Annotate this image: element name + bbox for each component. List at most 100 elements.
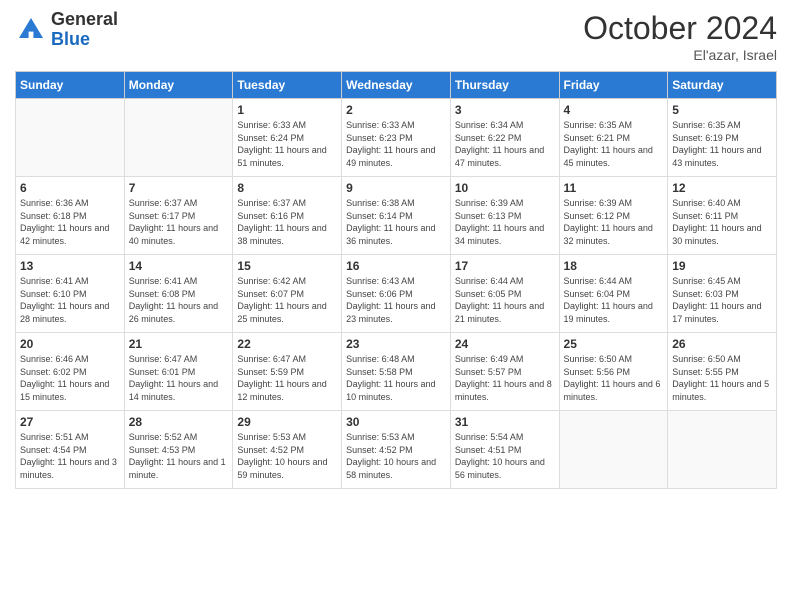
- day-info: Sunrise: 6:33 AMSunset: 6:23 PMDaylight:…: [346, 120, 435, 168]
- day-number: 31: [455, 415, 555, 429]
- day-number: 15: [237, 259, 337, 273]
- table-row: 27 Sunrise: 5:51 AMSunset: 4:54 PMDaylig…: [16, 411, 125, 489]
- day-info: Sunrise: 6:37 AMSunset: 6:17 PMDaylight:…: [129, 198, 218, 246]
- table-row: 23 Sunrise: 6:48 AMSunset: 5:58 PMDaylig…: [342, 333, 451, 411]
- table-row: 9 Sunrise: 6:38 AMSunset: 6:14 PMDayligh…: [342, 177, 451, 255]
- table-row: 18 Sunrise: 6:44 AMSunset: 6:04 PMDaylig…: [559, 255, 668, 333]
- table-row: 26 Sunrise: 6:50 AMSunset: 5:55 PMDaylig…: [668, 333, 777, 411]
- day-number: 4: [564, 103, 664, 117]
- day-number: 16: [346, 259, 446, 273]
- day-number: 24: [455, 337, 555, 351]
- table-row: 16 Sunrise: 6:43 AMSunset: 6:06 PMDaylig…: [342, 255, 451, 333]
- day-number: 10: [455, 181, 555, 195]
- table-row: 17 Sunrise: 6:44 AMSunset: 6:05 PMDaylig…: [450, 255, 559, 333]
- calendar-table: Sunday Monday Tuesday Wednesday Thursday…: [15, 71, 777, 489]
- logo-general-text: General: [51, 10, 118, 30]
- day-info: Sunrise: 6:46 AMSunset: 6:02 PMDaylight:…: [20, 354, 109, 402]
- day-number: 14: [129, 259, 229, 273]
- logo-text: General Blue: [51, 10, 118, 50]
- table-row: 3 Sunrise: 6:34 AMSunset: 6:22 PMDayligh…: [450, 99, 559, 177]
- day-info: Sunrise: 6:47 AMSunset: 6:01 PMDaylight:…: [129, 354, 218, 402]
- day-info: Sunrise: 5:53 AMSunset: 4:52 PMDaylight:…: [346, 432, 436, 480]
- day-info: Sunrise: 6:44 AMSunset: 6:05 PMDaylight:…: [455, 276, 544, 324]
- title-block: October 2024 El'azar, Israel: [583, 10, 777, 63]
- day-info: Sunrise: 6:36 AMSunset: 6:18 PMDaylight:…: [20, 198, 109, 246]
- day-number: 17: [455, 259, 555, 273]
- table-row: 11 Sunrise: 6:39 AMSunset: 6:12 PMDaylig…: [559, 177, 668, 255]
- day-info: Sunrise: 6:37 AMSunset: 6:16 PMDaylight:…: [237, 198, 326, 246]
- day-number: 12: [672, 181, 772, 195]
- calendar-row: 1 Sunrise: 6:33 AMSunset: 6:24 PMDayligh…: [16, 99, 777, 177]
- day-number: 20: [20, 337, 120, 351]
- day-info: Sunrise: 6:48 AMSunset: 5:58 PMDaylight:…: [346, 354, 435, 402]
- day-info: Sunrise: 6:47 AMSunset: 5:59 PMDaylight:…: [237, 354, 326, 402]
- day-info: Sunrise: 6:33 AMSunset: 6:24 PMDaylight:…: [237, 120, 326, 168]
- day-info: Sunrise: 6:45 AMSunset: 6:03 PMDaylight:…: [672, 276, 761, 324]
- day-info: Sunrise: 6:35 AMSunset: 6:19 PMDaylight:…: [672, 120, 761, 168]
- page: General Blue October 2024 El'azar, Israe…: [0, 0, 792, 612]
- day-number: 25: [564, 337, 664, 351]
- day-number: 29: [237, 415, 337, 429]
- table-row: 20 Sunrise: 6:46 AMSunset: 6:02 PMDaylig…: [16, 333, 125, 411]
- day-info: Sunrise: 6:41 AMSunset: 6:10 PMDaylight:…: [20, 276, 109, 324]
- day-info: Sunrise: 6:38 AMSunset: 6:14 PMDaylight:…: [346, 198, 435, 246]
- day-info: Sunrise: 5:51 AMSunset: 4:54 PMDaylight:…: [20, 432, 117, 480]
- calendar-row: 27 Sunrise: 5:51 AMSunset: 4:54 PMDaylig…: [16, 411, 777, 489]
- table-row: 25 Sunrise: 6:50 AMSunset: 5:56 PMDaylig…: [559, 333, 668, 411]
- day-number: 19: [672, 259, 772, 273]
- day-number: 11: [564, 181, 664, 195]
- header: General Blue October 2024 El'azar, Israe…: [15, 10, 777, 63]
- table-row: 24 Sunrise: 6:49 AMSunset: 5:57 PMDaylig…: [450, 333, 559, 411]
- logo: General Blue: [15, 10, 118, 50]
- table-row: 8 Sunrise: 6:37 AMSunset: 6:16 PMDayligh…: [233, 177, 342, 255]
- day-info: Sunrise: 6:42 AMSunset: 6:07 PMDaylight:…: [237, 276, 326, 324]
- day-info: Sunrise: 5:53 AMSunset: 4:52 PMDaylight:…: [237, 432, 327, 480]
- table-row: 4 Sunrise: 6:35 AMSunset: 6:21 PMDayligh…: [559, 99, 668, 177]
- table-row: [668, 411, 777, 489]
- day-number: 7: [129, 181, 229, 195]
- table-row: 30 Sunrise: 5:53 AMSunset: 4:52 PMDaylig…: [342, 411, 451, 489]
- table-row: 10 Sunrise: 6:39 AMSunset: 6:13 PMDaylig…: [450, 177, 559, 255]
- calendar-row: 13 Sunrise: 6:41 AMSunset: 6:10 PMDaylig…: [16, 255, 777, 333]
- day-info: Sunrise: 6:34 AMSunset: 6:22 PMDaylight:…: [455, 120, 544, 168]
- day-number: 22: [237, 337, 337, 351]
- day-number: 1: [237, 103, 337, 117]
- day-info: Sunrise: 6:39 AMSunset: 6:12 PMDaylight:…: [564, 198, 653, 246]
- table-row: 31 Sunrise: 5:54 AMSunset: 4:51 PMDaylig…: [450, 411, 559, 489]
- logo-icon: [15, 14, 47, 46]
- day-number: 2: [346, 103, 446, 117]
- day-info: Sunrise: 6:41 AMSunset: 6:08 PMDaylight:…: [129, 276, 218, 324]
- day-number: 13: [20, 259, 120, 273]
- header-thursday: Thursday: [450, 72, 559, 99]
- weekday-header-row: Sunday Monday Tuesday Wednesday Thursday…: [16, 72, 777, 99]
- day-info: Sunrise: 6:39 AMSunset: 6:13 PMDaylight:…: [455, 198, 544, 246]
- day-number: 9: [346, 181, 446, 195]
- table-row: 1 Sunrise: 6:33 AMSunset: 6:24 PMDayligh…: [233, 99, 342, 177]
- day-number: 8: [237, 181, 337, 195]
- day-info: Sunrise: 5:54 AMSunset: 4:51 PMDaylight:…: [455, 432, 545, 480]
- table-row: 28 Sunrise: 5:52 AMSunset: 4:53 PMDaylig…: [124, 411, 233, 489]
- day-info: Sunrise: 6:43 AMSunset: 6:06 PMDaylight:…: [346, 276, 435, 324]
- day-info: Sunrise: 5:52 AMSunset: 4:53 PMDaylight:…: [129, 432, 226, 480]
- location: El'azar, Israel: [583, 47, 777, 63]
- day-info: Sunrise: 6:50 AMSunset: 5:56 PMDaylight:…: [564, 354, 661, 402]
- day-info: Sunrise: 6:35 AMSunset: 6:21 PMDaylight:…: [564, 120, 653, 168]
- day-info: Sunrise: 6:40 AMSunset: 6:11 PMDaylight:…: [672, 198, 761, 246]
- day-number: 30: [346, 415, 446, 429]
- table-row: 15 Sunrise: 6:42 AMSunset: 6:07 PMDaylig…: [233, 255, 342, 333]
- table-row: [559, 411, 668, 489]
- header-friday: Friday: [559, 72, 668, 99]
- day-number: 5: [672, 103, 772, 117]
- table-row: 14 Sunrise: 6:41 AMSunset: 6:08 PMDaylig…: [124, 255, 233, 333]
- table-row: 2 Sunrise: 6:33 AMSunset: 6:23 PMDayligh…: [342, 99, 451, 177]
- table-row: [124, 99, 233, 177]
- day-number: 26: [672, 337, 772, 351]
- day-number: 3: [455, 103, 555, 117]
- table-row: 22 Sunrise: 6:47 AMSunset: 5:59 PMDaylig…: [233, 333, 342, 411]
- table-row: 19 Sunrise: 6:45 AMSunset: 6:03 PMDaylig…: [668, 255, 777, 333]
- day-number: 6: [20, 181, 120, 195]
- day-number: 23: [346, 337, 446, 351]
- table-row: 12 Sunrise: 6:40 AMSunset: 6:11 PMDaylig…: [668, 177, 777, 255]
- day-number: 18: [564, 259, 664, 273]
- month-title: October 2024: [583, 10, 777, 47]
